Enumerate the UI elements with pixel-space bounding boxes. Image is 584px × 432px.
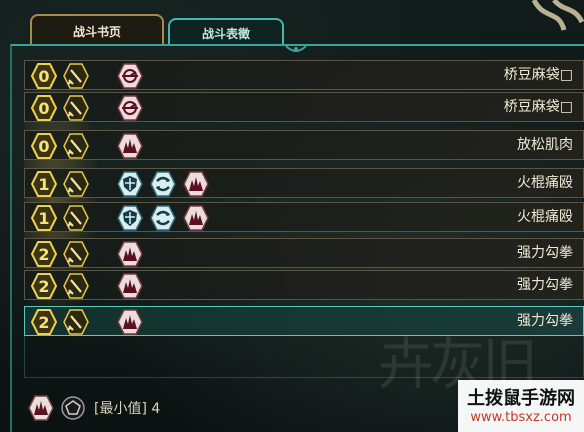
site-watermark: 土拨鼠手游网 www.tbsxz.com (458, 380, 584, 432)
card-row[interactable]: 1 火棍痛殴 (24, 168, 584, 198)
cost-icon: 1 (31, 171, 57, 197)
card-row[interactable]: 2 强力勾拳 (24, 238, 584, 268)
damage-icon (117, 241, 143, 267)
shield-icon (117, 171, 143, 197)
frame-ornament-icon (285, 45, 307, 52)
damage-icon (117, 133, 143, 159)
sword-icon (63, 241, 89, 267)
sword-icon (63, 205, 89, 231)
sword-icon (63, 95, 89, 121)
damage-icon (117, 309, 143, 335)
tab-battle-pages-label: 战斗书页 (72, 24, 121, 39)
card-name: 桥豆麻袋□ (503, 67, 573, 83)
cost-value: 0 (38, 67, 49, 86)
corner-ornament-icon (531, 0, 584, 31)
card-name: 放松肌肉 (517, 137, 573, 153)
cost-value: 0 (38, 99, 49, 118)
pentagon-symbol-icon[interactable] (60, 395, 86, 421)
tab-battle-symbols-label: 战斗表徵 (201, 26, 250, 41)
cost-icon: 0 (31, 63, 57, 89)
card-row[interactable]: 0 桥豆麻袋□ (24, 60, 584, 90)
card-row[interactable]: 2 强力勾拳 (24, 270, 584, 300)
min-value-label: [最小值] 4 (94, 401, 161, 417)
watermark-title: 土拨鼠手游网 (467, 388, 575, 409)
cost-icon: 0 (31, 133, 57, 159)
card-name: 火棍痛殴 (517, 175, 573, 191)
sword-icon (63, 273, 89, 299)
watermark-url: www.tbsxz.com (470, 410, 572, 425)
card-name: 强力勾拳 (517, 245, 573, 261)
tab-battle-symbols[interactable]: 战斗表徵 (168, 18, 284, 46)
damage-icon (117, 273, 143, 299)
card-row[interactable]: 1 火棍痛殴 (24, 202, 584, 232)
card-name: 火棍痛殴 (517, 209, 573, 225)
cost-value: 1 (38, 175, 49, 194)
cost-icon: 2 (31, 241, 57, 267)
sword-icon (63, 171, 89, 197)
shield-icon (117, 205, 143, 231)
cost-value: 2 (38, 245, 49, 264)
evade-icon (150, 205, 176, 231)
damage-icon (183, 171, 209, 197)
cost-value: 0 (38, 137, 49, 156)
damage-icon[interactable] (28, 395, 54, 421)
cost-value: 2 (38, 313, 49, 332)
card-name: 桥豆麻袋□ (503, 99, 573, 115)
cost-value: 1 (38, 209, 49, 228)
pierce-icon (117, 63, 143, 89)
cost-icon: 1 (31, 205, 57, 231)
sword-icon (63, 309, 89, 335)
cost-icon: 0 (31, 95, 57, 121)
cost-icon: 2 (31, 273, 57, 299)
sword-icon (63, 133, 89, 159)
card-row[interactable]: 0 桥豆麻袋□ (24, 92, 584, 122)
pierce-icon (117, 95, 143, 121)
evade-icon (150, 171, 176, 197)
cost-value: 2 (38, 277, 49, 296)
sword-icon (63, 63, 89, 89)
card-row[interactable]: 0 放松肌肉 (24, 130, 584, 160)
footer-filter: [最小值] 4 (28, 394, 160, 422)
damage-icon (183, 205, 209, 231)
tab-battle-pages[interactable]: 战斗书页 (30, 14, 164, 46)
card-name: 强力勾拳 (517, 277, 573, 293)
cost-icon: 2 (31, 309, 57, 335)
